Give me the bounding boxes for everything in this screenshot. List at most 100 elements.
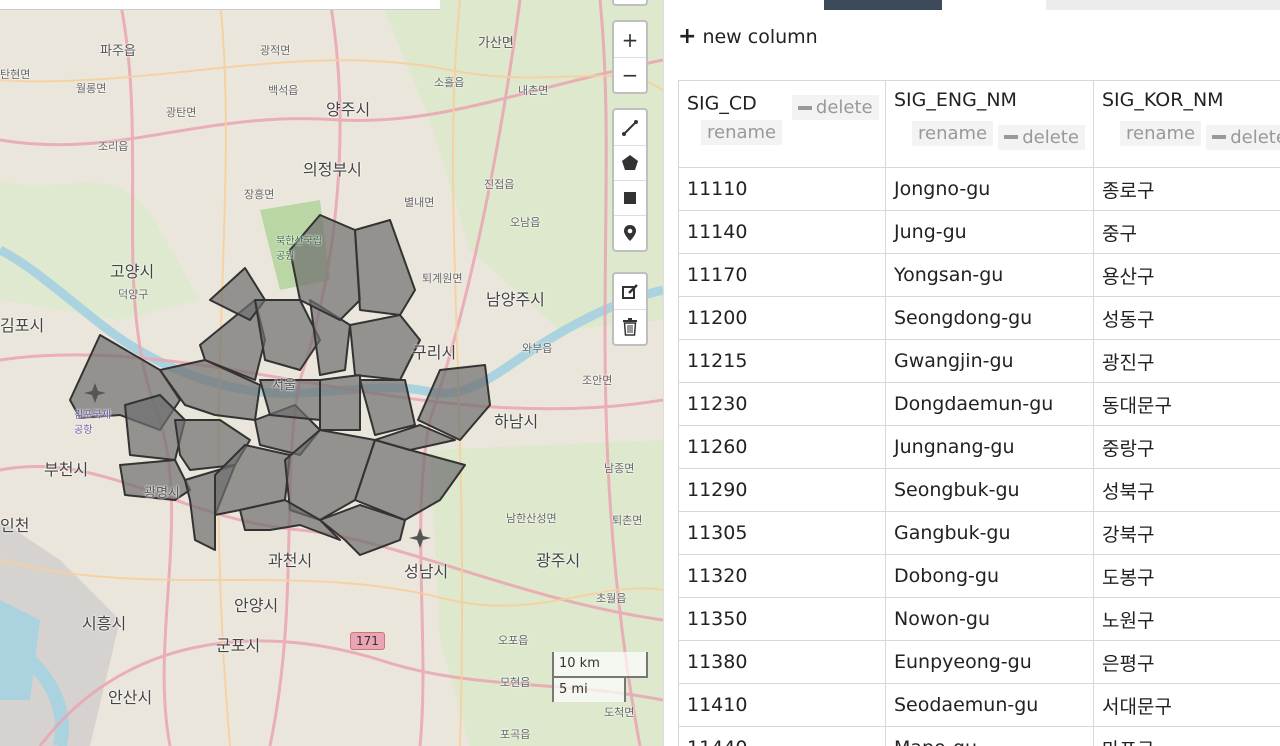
cell-sig-kor-nm[interactable]: 성북구 [1093, 468, 1280, 512]
attribute-table: SIG_CD delete rename SIG_ENG_NM rename d… [678, 80, 1280, 746]
cell-sig-cd[interactable]: 11170 [678, 253, 886, 297]
tab-inactive[interactable] [1046, 0, 1280, 10]
cell-sig-eng-nm[interactable]: Yongsan-gu [885, 253, 1094, 297]
delete-layers-button[interactable] [614, 309, 646, 344]
draw-rectangle-button[interactable] [614, 180, 646, 215]
cell-sig-kor-nm[interactable]: 도봉구 [1093, 554, 1280, 598]
cell-sig-kor-nm[interactable]: 서대문구 [1093, 683, 1280, 727]
polyline-icon [622, 119, 638, 136]
table-row[interactable]: 11410 Seodaemun-gu 서대문구 [678, 683, 1280, 727]
edit-toolbar [612, 272, 648, 346]
cell-sig-kor-nm[interactable]: 성동구 [1093, 296, 1280, 340]
column-header-sig-cd: SIG_CD delete rename [678, 80, 886, 168]
cell-sig-kor-nm[interactable]: 종로구 [1093, 167, 1280, 211]
table-row[interactable]: 11440Mapo-gu마포구 [678, 726, 1280, 746]
place-label: 장흥면 [244, 188, 275, 201]
cell-sig-eng-nm[interactable]: Dongdaemun-gu [885, 382, 1094, 426]
cell-sig-cd[interactable]: 11440 [678, 726, 886, 746]
draw-polyline-button[interactable] [614, 110, 646, 145]
cell-sig-cd[interactable]: 11410 [678, 683, 886, 727]
cell-sig-eng-nm[interactable]: Gangbuk-gu [885, 511, 1094, 555]
place-label: 양주시 [326, 100, 371, 119]
cell-sig-cd[interactable]: 11230 [678, 382, 886, 426]
cell-sig-kor-nm[interactable]: 중랑구 [1093, 425, 1280, 469]
table-row[interactable]: 11215 Gwangjin-gu 광진구 [678, 339, 1280, 383]
rename-column-button[interactable]: rename [1120, 121, 1202, 146]
cell-sig-cd[interactable]: 11215 [678, 339, 886, 383]
zoom-out-button[interactable]: − [614, 57, 646, 92]
cell-sig-cd[interactable]: 11290 [678, 468, 886, 512]
cell-sig-kor-nm[interactable]: 노원구 [1093, 597, 1280, 641]
delete-column-button[interactable]: delete [1206, 124, 1280, 150]
cell-sig-eng-nm[interactable]: Seongdong-gu [885, 296, 1094, 340]
edit-layers-button[interactable] [614, 274, 646, 309]
cell-sig-eng-nm[interactable]: Nowon-gu [885, 597, 1094, 641]
cell-sig-cd[interactable]: 11260 [678, 425, 886, 469]
cell-sig-cd[interactable]: 11320 [678, 554, 886, 598]
cell-sig-eng-nm[interactable]: Jongno-gu [885, 167, 1094, 211]
cell-sig-kor-nm[interactable]: 은평구 [1093, 640, 1280, 684]
place-label: 도척면 [604, 706, 635, 719]
zoom-control: + − [612, 20, 648, 94]
zoom-in-button[interactable]: + [614, 22, 646, 57]
table-row[interactable]: 11320 Dobong-gu 도봉구 [678, 554, 1280, 598]
place-label: 부천시 [44, 460, 89, 479]
cell-sig-eng-nm[interactable]: Gwangjin-gu [885, 339, 1094, 383]
cell-sig-cd[interactable]: 11380 [678, 640, 886, 684]
place-label: 덕양구 [118, 288, 149, 301]
table-row[interactable]: 11110 Jongno-gu 종로구 [678, 167, 1280, 211]
table-row[interactable]: 11140 Jung-gu 중구 [678, 210, 1280, 254]
cell-sig-kor-nm[interactable]: 강북구 [1093, 511, 1280, 555]
cell-sig-eng-nm[interactable]: Jungnang-gu [885, 425, 1094, 469]
tab-active[interactable] [824, 0, 942, 10]
road-shield: 171 [350, 632, 385, 650]
cell-sig-kor-nm[interactable]: 동대문구 [1093, 382, 1280, 426]
trash-icon [623, 318, 637, 336]
cell-sig-eng-nm[interactable]: Seongbuk-gu [885, 468, 1094, 512]
cell-sig-cd[interactable]: 11110 [678, 167, 886, 211]
table-row[interactable]: 11305 Gangbuk-gu 강북구 [678, 511, 1280, 555]
cell-sig-kor-nm[interactable]: 마포구 [1093, 726, 1280, 746]
cell-sig-kor-nm[interactable]: 광진구 [1093, 339, 1280, 383]
cell-sig-eng-nm[interactable]: Seodaemun-gu [885, 683, 1094, 727]
table-row[interactable]: 11290 Seongbuk-gu 성북구 [678, 468, 1280, 512]
cell-sig-eng-nm[interactable]: Mapo-gu [885, 726, 1094, 746]
minus-icon [797, 105, 812, 110]
place-label: 오남읍 [510, 216, 541, 229]
place-label: 광적면 [260, 44, 291, 57]
table-row[interactable]: 11380 Eunpyeong-gu 은평구 [678, 640, 1280, 684]
cell-sig-cd[interactable]: 11350 [678, 597, 886, 641]
table-row[interactable]: 11230 Dongdaemun-gu 동대문구 [678, 382, 1280, 426]
place-label: 진접읍 [484, 178, 515, 191]
map-view[interactable]: 파주읍 광적면 가산면 탄현면 월롱면 백석읍 소흘읍 내촌면 광탄면 양주시 … [0, 0, 663, 746]
table-row[interactable]: 11350 Nowon-gu 노원구 [678, 597, 1280, 641]
cell-sig-cd[interactable]: 11140 [678, 210, 886, 254]
draw-marker-button[interactable] [614, 215, 646, 250]
cell-sig-eng-nm[interactable]: Dobong-gu [885, 554, 1094, 598]
new-column-button[interactable]: + new column [678, 26, 818, 49]
place-label: 남종면 [604, 462, 635, 475]
place-label: 시흥시 [82, 614, 127, 633]
place-label: 서울 [272, 378, 296, 393]
cell-sig-eng-nm[interactable]: Eunpyeong-gu [885, 640, 1094, 684]
place-label: 별내면 [404, 196, 435, 209]
cell-sig-eng-nm[interactable]: Jung-gu [885, 210, 1094, 254]
cell-sig-kor-nm[interactable]: 중구 [1093, 210, 1280, 254]
delete-column-button[interactable]: delete [998, 124, 1085, 150]
table-row[interactable]: 11260 Jungnang-gu 중랑구 [678, 425, 1280, 469]
rename-column-button[interactable]: rename [701, 120, 783, 145]
draw-polygon-button[interactable] [614, 145, 646, 180]
rename-column-button[interactable]: rename [912, 121, 994, 146]
cell-sig-kor-nm[interactable]: 용산구 [1093, 253, 1280, 297]
map-search-strip [0, 0, 440, 10]
delete-column-button[interactable]: delete [791, 95, 879, 120]
place-label: 조안면 [582, 374, 613, 387]
table-row[interactable]: 11170 Yongsan-gu 용산구 [678, 253, 1280, 297]
minus-icon [1212, 135, 1227, 139]
place-label: 광주시 [536, 551, 581, 570]
cell-sig-cd[interactable]: 11200 [678, 296, 886, 340]
column-name: SIG_CD [687, 92, 757, 115]
table-row[interactable]: 11200 Seongdong-gu 성동구 [678, 296, 1280, 340]
cell-sig-cd[interactable]: 11305 [678, 511, 886, 555]
delete-label: delete [815, 97, 873, 118]
